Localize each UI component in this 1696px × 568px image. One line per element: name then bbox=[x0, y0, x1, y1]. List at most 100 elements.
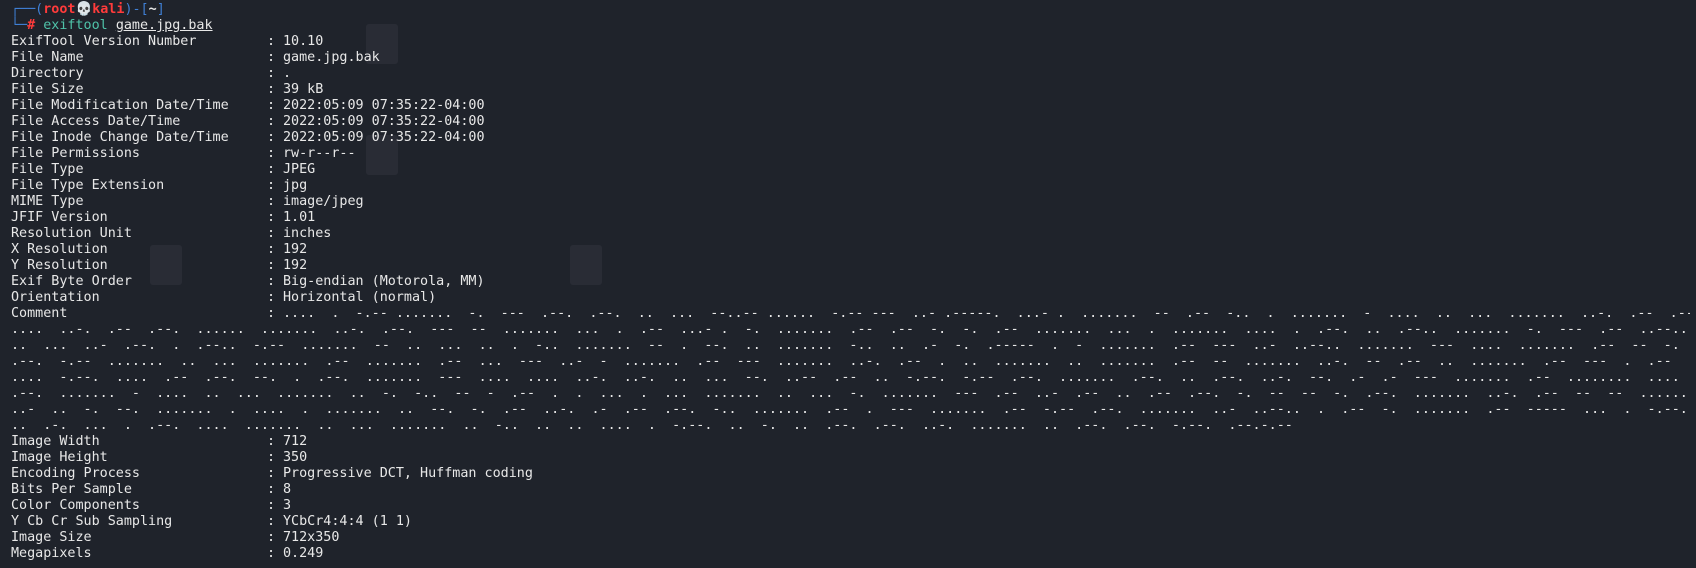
exif-field-row: Color Components:3 bbox=[11, 498, 1690, 514]
exif-field-separator: : bbox=[267, 114, 276, 129]
exif-field-separator: : bbox=[267, 162, 276, 177]
comment-line: .. ... ..- .--. . .--.. -.-- ....... -- … bbox=[11, 338, 1680, 353]
exif-field-value: jpg bbox=[283, 178, 308, 193]
exif-field-separator: : bbox=[267, 498, 276, 513]
prompt-box-close: ] bbox=[156, 2, 165, 17]
exif-field-separator: : bbox=[267, 242, 276, 257]
exif-field-value: 192 bbox=[283, 258, 308, 273]
exif-field-row: X Resolution:192 bbox=[11, 242, 1690, 258]
comment-row: Comment : .... . -.-- ....... -. --- .--… bbox=[11, 306, 1690, 322]
skull-icon: 💀 bbox=[75, 2, 93, 17]
command-argument: game.jpg.bak bbox=[115, 18, 213, 33]
exif-field-separator: : bbox=[267, 178, 276, 193]
exif-field-separator: : bbox=[267, 258, 276, 273]
comment-line: .. .-. ... . .--. .... ....... .. ... ..… bbox=[11, 418, 1293, 433]
exif-field-row: Encoding Process: Progressive DCT, Huffma… bbox=[11, 466, 1690, 482]
exif-field-row: Orientation: Horizontal (normal) bbox=[11, 290, 1690, 306]
exif-field-value: inches bbox=[283, 226, 332, 241]
exif-field-key: Image Height bbox=[11, 450, 108, 465]
prompt-hash: # bbox=[27, 18, 36, 33]
exif-field-value: game.jpg.bak bbox=[283, 50, 380, 65]
comment-line: .... -.--. .... .-- .--. --. . .--. ....… bbox=[11, 370, 1680, 385]
exif-field-separator: : bbox=[267, 98, 276, 113]
exif-field-row: ExifTool Version Number:10.10 bbox=[11, 34, 1690, 50]
exif-field-key: Y Resolution bbox=[11, 258, 108, 273]
exif-field-row: Y Cb Cr Sub Sampling: YCbCr4:4:4 (1 1) bbox=[11, 514, 1690, 530]
exif-field-row: Megapixels:0.249 bbox=[11, 546, 1690, 562]
comment-separator: : bbox=[267, 306, 276, 321]
exif-field-separator: : bbox=[267, 210, 276, 225]
exif-field-value: Progressive DCT, Huffman coding bbox=[283, 466, 533, 481]
exif-field-key: Image Size bbox=[11, 530, 92, 545]
exif-field-value: 2022:05:09 07:35:22-04:00 bbox=[283, 98, 485, 113]
exif-field-value: 0.249 bbox=[283, 546, 324, 561]
exif-field-separator: : bbox=[267, 290, 276, 305]
exif-field-value: 2022:05:09 07:35:22-04:00 bbox=[283, 114, 485, 129]
terminal-output: ┌──(root💀kali)-[~] └─# exiftool game.jpg… bbox=[11, 2, 1690, 562]
exif-field-value: Big-endian (Motorola, MM) bbox=[283, 274, 485, 289]
exif-field-value: 350 bbox=[283, 450, 308, 465]
exif-field-row: File Type: JPEG bbox=[11, 162, 1690, 178]
exif-field-separator: : bbox=[267, 146, 276, 161]
exif-field-key: File Modification Date/Time bbox=[11, 98, 229, 113]
exif-field-key: File Inode Change Date/Time bbox=[11, 130, 229, 145]
exif-field-key: Orientation bbox=[11, 290, 100, 305]
command-name: exiftool bbox=[43, 18, 108, 33]
exif-field-key: Megapixels bbox=[11, 546, 92, 561]
exif-field-separator: : bbox=[267, 82, 276, 97]
exif-field-row: MIME Type: image/jpeg bbox=[11, 194, 1690, 210]
exif-field-row: Image Size:712x350 bbox=[11, 530, 1690, 546]
exif-field-separator: : bbox=[267, 546, 276, 561]
exif-field-row: File Permissions: rw-r--r-- bbox=[11, 146, 1690, 162]
exif-field-key: File Type Extension bbox=[11, 178, 165, 193]
exif-field-value: 2022:05:09 07:35:22-04:00 bbox=[283, 130, 485, 145]
comment-line: .... ..-. .-- .--. ...... ....... ..-. .… bbox=[11, 322, 1688, 337]
exif-field-value: 712x350 bbox=[283, 530, 340, 545]
exif-field-separator: : bbox=[267, 466, 276, 481]
prompt-box-bottom: └─ bbox=[11, 18, 28, 33]
comment-line: ..- .. -. --. ....... . .... . ....... .… bbox=[11, 402, 1688, 417]
exif-field-key: File Type bbox=[11, 162, 84, 177]
exif-field-value: rw-r--r-- bbox=[283, 146, 356, 161]
exif-field-separator: : bbox=[267, 226, 276, 241]
exif-field-value: 3 bbox=[283, 498, 292, 513]
exif-field-key: File Access Date/Time bbox=[11, 114, 181, 129]
exif-field-separator: : bbox=[267, 482, 276, 497]
exif-field-value: 712 bbox=[283, 434, 308, 449]
exif-field-key: Color Components bbox=[11, 498, 140, 513]
exif-field-separator: : bbox=[267, 274, 276, 289]
comment-value-first: .... . -.-- ....... -. --- .--. .--. .. … bbox=[283, 306, 1690, 321]
exif-field-separator: : bbox=[267, 66, 276, 81]
exif-field-value: 39 kB bbox=[283, 82, 324, 97]
exif-field-separator: : bbox=[267, 514, 276, 529]
exif-field-row: Image Width:712 bbox=[11, 434, 1690, 450]
exif-field-key: Bits Per Sample bbox=[11, 482, 132, 497]
exif-field-key: File Name bbox=[11, 50, 84, 65]
exif-field-value: . bbox=[283, 66, 292, 81]
prompt-host: kali bbox=[92, 2, 125, 17]
prompt-user: root bbox=[43, 2, 76, 17]
exif-fields-bottom: Image Width:712 Image Height:350 Encoding … bbox=[11, 434, 1690, 562]
exif-field-key: JFIF Version bbox=[11, 210, 108, 225]
comment-continuation: .... ..-. .-- .--. ...... ....... ..-. .… bbox=[11, 322, 1690, 434]
exif-field-key: Encoding Process bbox=[11, 466, 140, 481]
prompt-cwd: ~ bbox=[148, 2, 157, 17]
exif-field-separator: : bbox=[267, 194, 276, 209]
exif-field-row: Exif Byte Order: Big-endian (Motorola, MM… bbox=[11, 274, 1690, 290]
exif-field-key: Exif Byte Order bbox=[11, 274, 132, 289]
exif-field-key: ExifTool Version Number bbox=[11, 34, 197, 49]
exif-field-row: File Access Date/Time:2022:05:09 07:35:2… bbox=[11, 114, 1690, 130]
prompt-command-line[interactable]: └─# exiftool game.jpg.bak bbox=[11, 18, 1690, 34]
exif-field-separator: : bbox=[267, 130, 276, 145]
exif-field-row: File Inode Change Date/Time:2022:05:09 0… bbox=[11, 130, 1690, 146]
exif-field-value: 1.01 bbox=[283, 210, 316, 225]
exif-field-row: Resolution Unit: inches bbox=[11, 226, 1690, 242]
exif-field-row: File Modification Date/Time:2022:05:09 0… bbox=[11, 98, 1690, 114]
exif-field-row: File Type Extension: jpg bbox=[11, 178, 1690, 194]
comment-line: .--. ....... - .... .. ... ....... .. -.… bbox=[11, 386, 1690, 401]
comment-key: Comment bbox=[11, 306, 68, 321]
exif-field-row: File Name: game.jpg.bak bbox=[11, 50, 1690, 66]
exif-field-separator: : bbox=[267, 450, 276, 465]
exif-field-separator: : bbox=[267, 530, 276, 545]
exif-field-row: Image Height:350 bbox=[11, 450, 1690, 466]
